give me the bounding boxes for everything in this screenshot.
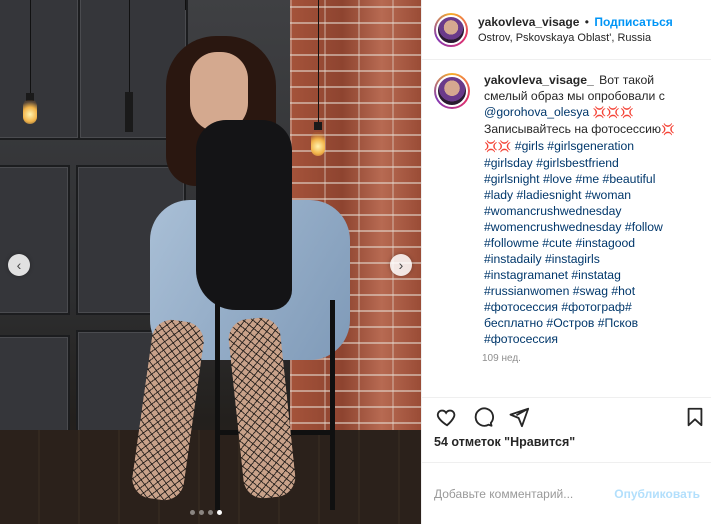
- post-sidebar: yakovleva_visage • Подписаться Ostrov, P…: [421, 0, 711, 524]
- action-bar: [422, 397, 711, 437]
- carousel-prev-button[interactable]: ‹: [8, 254, 30, 276]
- hashtag-line[interactable]: #womancrushwednesday: [484, 204, 622, 218]
- carousel-dot: [208, 510, 213, 515]
- hashtag-line[interactable]: #girls #girlsgeneration: [515, 139, 634, 153]
- hashtag-line[interactable]: #фотосессия: [484, 332, 558, 346]
- hashtag-line[interactable]: #girlsday #girlsbestfriend: [484, 156, 619, 170]
- username-link[interactable]: yakovleva_visage: [478, 15, 579, 29]
- hashtag-line[interactable]: #followme #cute #instagood: [484, 236, 635, 250]
- location-link[interactable]: Ostrov, Pskovskaya Oblast', Russia: [478, 30, 673, 46]
- lightbulb: [311, 132, 325, 156]
- hashtag-line[interactable]: бесплатно #Остров #Псков: [484, 316, 638, 330]
- hashtag-line[interactable]: #фотосессия #фотограф#: [484, 300, 632, 314]
- anger-emoji: 💢: [661, 124, 675, 136]
- lamp-wire: [129, 0, 130, 95]
- chevron-right-icon: ›: [398, 257, 404, 273]
- caption-username[interactable]: yakovleva_visage_: [484, 73, 594, 87]
- caption-text: yakovleva_visage_ Вот такой смелый образ…: [484, 72, 699, 347]
- caption-line: смелый образ мы опробовали с: [484, 89, 665, 103]
- caption: yakovleva_visage_ Вот такой смелый образ…: [422, 60, 711, 347]
- avatar[interactable]: [434, 73, 470, 109]
- mention-link[interactable]: @gorohova_olesya: [484, 105, 589, 119]
- hashtag-line[interactable]: #womencrushwednesday #follow: [484, 220, 663, 234]
- carousel-indicator: [190, 510, 222, 515]
- hashtag-line[interactable]: #russianwomen #swag #hot: [484, 284, 635, 298]
- comment-form: Добавьте комментарий... Опубликовать: [422, 462, 711, 524]
- comment-icon[interactable]: [472, 406, 494, 428]
- wall-panel: [0, 0, 80, 140]
- separator: •: [584, 14, 589, 29]
- hashtag-line[interactable]: #lady #ladiesnight #woman: [484, 188, 631, 202]
- lamp-wire: [318, 0, 319, 125]
- bookmark-icon[interactable]: [684, 406, 706, 428]
- caption-line: Записывайтесь на фотосессию: [484, 122, 662, 136]
- lamp-cap: [314, 122, 322, 130]
- wall-panel: [0, 165, 70, 315]
- likes-count[interactable]: 54 отметок "Нравится": [434, 435, 575, 449]
- lamp-wire: [30, 0, 31, 95]
- black-bodysuit: [196, 120, 292, 310]
- chevron-left-icon: ‹: [16, 257, 22, 273]
- anger-emoji: 💢💢: [484, 141, 512, 153]
- comment-input[interactable]: Добавьте комментарий...: [434, 487, 614, 501]
- hashtag-line[interactable]: #instadaily #instagirls: [484, 252, 600, 266]
- follow-button[interactable]: Подписаться: [594, 15, 672, 29]
- publish-button[interactable]: Опубликовать: [614, 487, 700, 501]
- hashtag-line[interactable]: #girlsnight #love #me #beautiful: [484, 172, 655, 186]
- lamp-cap: [125, 92, 133, 132]
- caption-line: Вот такой: [599, 73, 655, 87]
- share-icon[interactable]: [508, 406, 530, 428]
- avatar[interactable]: [434, 12, 468, 47]
- carousel-dot: [199, 510, 204, 515]
- lightbulb: [23, 100, 37, 124]
- anger-emoji: 💢💢💢: [592, 107, 634, 119]
- post-timestamp[interactable]: 109 нед.: [482, 353, 711, 364]
- heart-icon[interactable]: [436, 406, 458, 428]
- carousel-dot: [190, 510, 195, 515]
- post-photo[interactable]: ‹ ›: [0, 0, 421, 524]
- lamp-wire: [185, 0, 186, 10]
- hashtag-line[interactable]: #instagramanet #instatag: [484, 268, 621, 282]
- carousel-next-button[interactable]: ›: [390, 254, 412, 276]
- carousel-dot-active: [217, 510, 222, 515]
- post-header: yakovleva_visage • Подписаться Ostrov, P…: [422, 0, 711, 60]
